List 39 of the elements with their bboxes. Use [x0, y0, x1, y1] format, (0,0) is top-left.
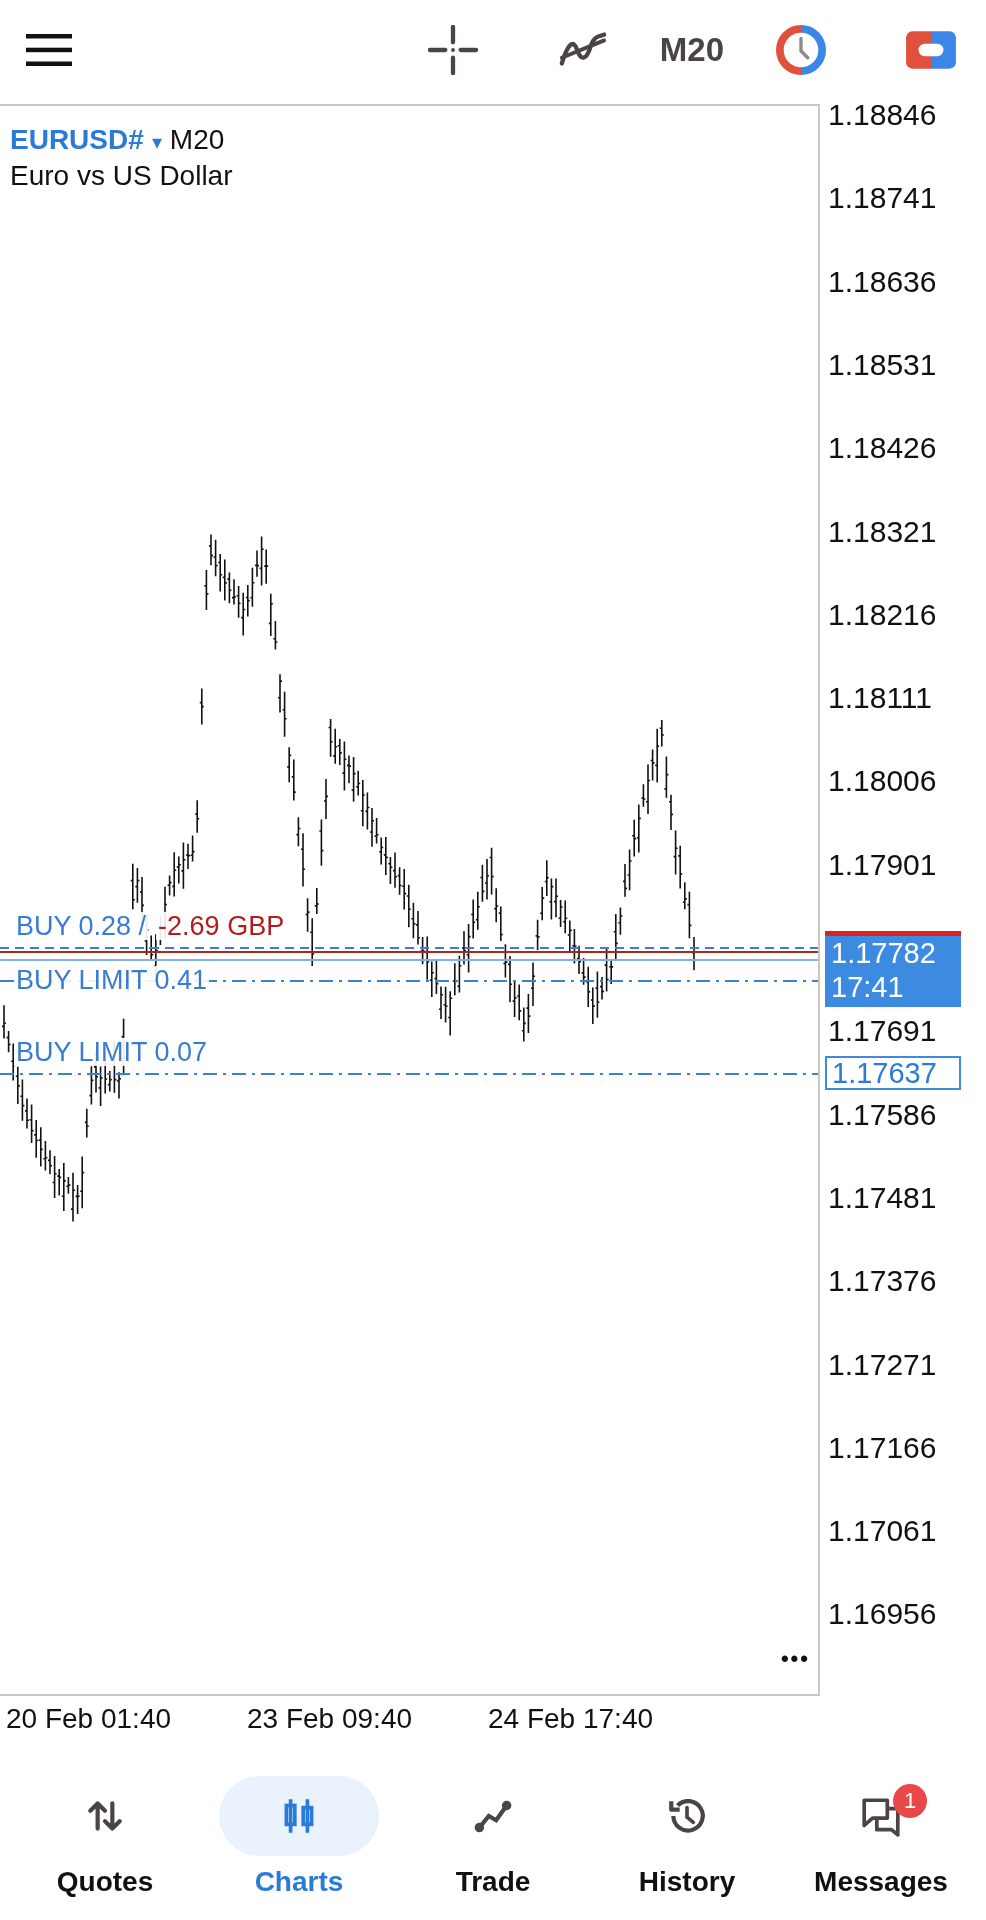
symbol-description: Euro vs US Dollar — [10, 160, 233, 192]
price-label: 1.18216 — [828, 597, 937, 632]
timeframe-button[interactable]: M20 — [659, 31, 724, 69]
time-label: 23 Feb 09:40 — [247, 1703, 414, 1735]
caret-icon[interactable]: ▾ — [151, 130, 162, 154]
nav-tab[interactable]: Trade — [413, 1776, 573, 1898]
menu-icon[interactable] — [26, 34, 72, 66]
nav-tab[interactable]: Quotes — [25, 1776, 185, 1898]
price-label: 1.17691 — [828, 1014, 937, 1049]
price-label: 1.18426 — [828, 431, 937, 466]
price-label: 1.18321 — [828, 514, 937, 549]
limit-price-tag: 1.17637 — [825, 1056, 961, 1090]
price-label: 1.18006 — [828, 764, 937, 799]
symbol-name[interactable]: EURUSD# — [10, 124, 144, 156]
price-label: 1.18636 — [828, 264, 937, 299]
price-label: 1.16956 — [828, 1597, 937, 1632]
time-label: 20 Feb 01:40 — [6, 1703, 173, 1735]
price-label: 1.17481 — [828, 1180, 937, 1215]
price-label: 1.18846 — [828, 98, 937, 132]
crosshair-icon[interactable] — [425, 25, 480, 75]
chat-icon — [860, 1795, 902, 1837]
bar-timer: 17:41 — [831, 970, 905, 1004]
nav-tab[interactable]: History — [607, 1776, 767, 1898]
clock-icon[interactable] — [774, 25, 828, 75]
time-label: 24 Feb 17:40 — [488, 1703, 655, 1735]
price-label: 1.18531 — [828, 347, 937, 382]
price-label: 1.17061 — [828, 1514, 937, 1549]
price-label: 1.17901 — [828, 847, 937, 882]
price-label: 1.17376 — [828, 1264, 937, 1299]
price-label: 1.17586 — [828, 1097, 937, 1132]
price-label: 1.17271 — [828, 1347, 937, 1382]
current-price: 1.17782 — [831, 936, 937, 970]
nav-tab[interactable]: 1 Messages — [801, 1776, 961, 1898]
price-label: 1.18111 — [828, 681, 932, 716]
notification-badge: 1 — [893, 1784, 927, 1818]
price-label: 1.18741 — [828, 181, 937, 216]
more-button[interactable]: ••• — [780, 1646, 810, 1672]
chart-timeframe: M20 — [169, 124, 225, 156]
price-label: 1.17166 — [828, 1430, 937, 1465]
